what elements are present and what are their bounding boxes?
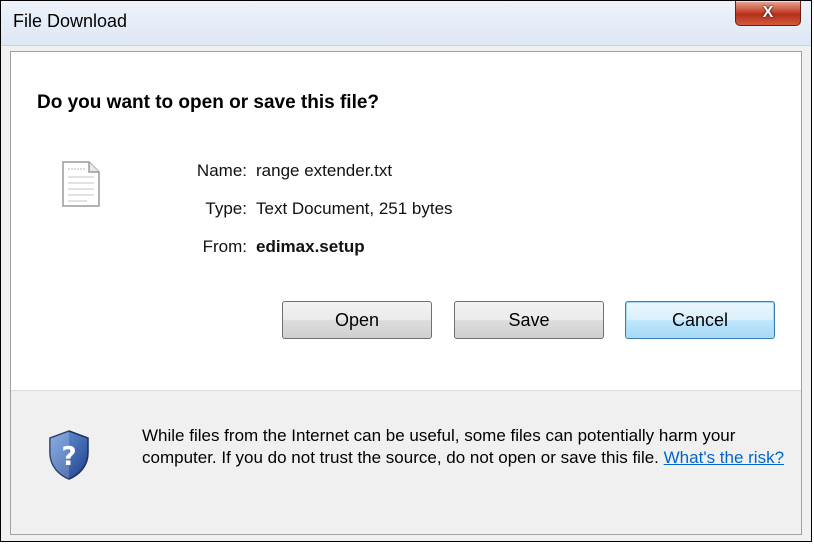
file-download-dialog: File Download X Do you want to open or s… [0, 0, 812, 542]
text-file-icon [61, 160, 101, 213]
security-footer: ? While files from the Internet can be u… [11, 391, 801, 534]
warning-text: While files from the Internet can be use… [142, 426, 736, 467]
field-label: Type: [205, 199, 247, 218]
dialog-question: Do you want to open or save this file? [37, 92, 380, 113]
file-name-row: Name: range extender.txt [161, 152, 453, 190]
save-button[interactable]: Save [454, 301, 604, 339]
open-button[interactable]: Open [282, 301, 432, 339]
title-bar[interactable]: File Download X [1, 1, 811, 46]
window-title: File Download [13, 11, 128, 31]
file-info: Name: range extender.txt Type: Text Docu… [161, 152, 453, 266]
field-label: Name: [196, 161, 247, 180]
file-type-value: Text Document, 251 bytes [256, 199, 453, 218]
security-warning: While files from the Internet can be use… [142, 425, 792, 469]
file-name-value: range extender.txt [256, 161, 393, 180]
close-icon: X [762, 4, 774, 21]
security-shield-question-icon: ? [47, 429, 91, 486]
file-from-row: From: edimax.setup [161, 228, 453, 266]
cancel-button[interactable]: Cancel [625, 301, 775, 339]
close-button[interactable]: X [735, 1, 801, 26]
file-type-row: Type: Text Document, 251 bytes [161, 190, 453, 228]
svg-text:?: ? [61, 442, 76, 472]
file-source-value: edimax.setup [256, 237, 365, 256]
field-label: From: [202, 237, 247, 256]
dialog-body: Do you want to open or save this file? N… [10, 51, 802, 535]
whats-the-risk-link[interactable]: What's the risk? [664, 448, 784, 467]
